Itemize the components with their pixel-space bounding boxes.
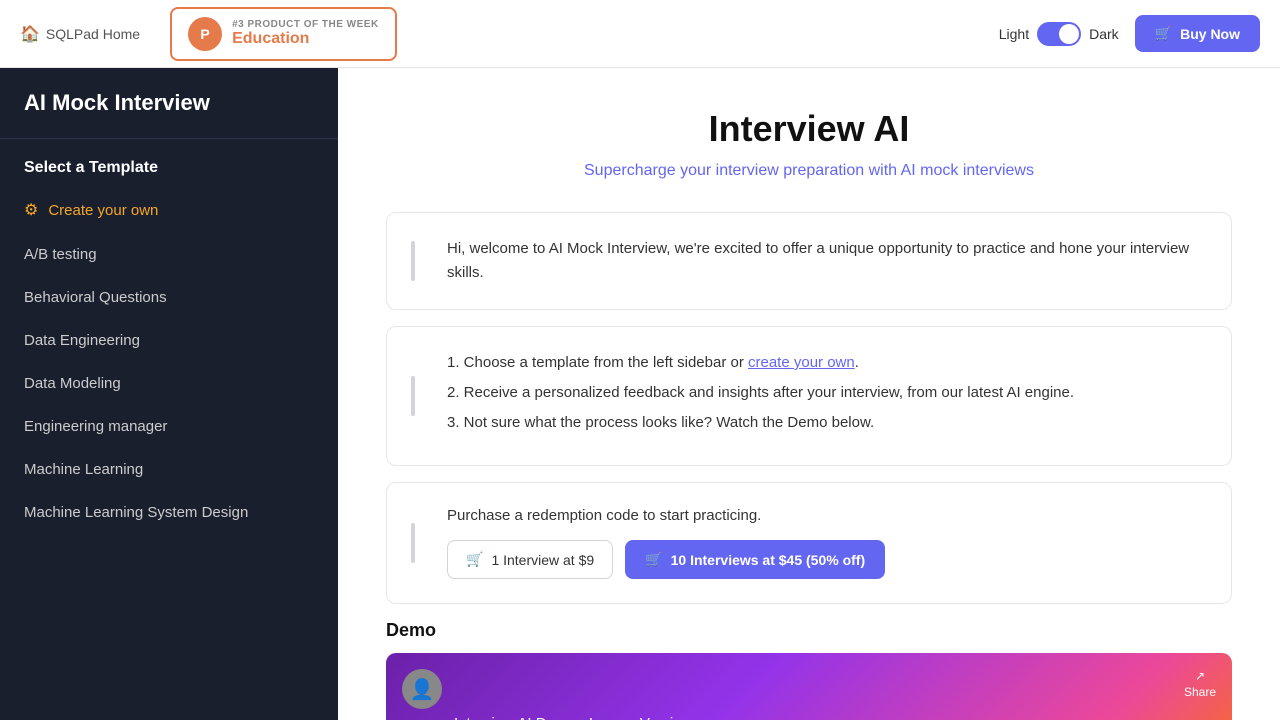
product-title: Education: [232, 30, 379, 48]
card-bar: [411, 241, 415, 281]
sidebar-title-area: AI Mock Interview: [0, 68, 338, 139]
sidebar-item-label: A/B testing: [24, 246, 97, 263]
sidebar-item-label: Data Modeling: [24, 375, 121, 392]
toggle-thumb: [1059, 24, 1079, 44]
step-1: 1. Choose a template from the left sideb…: [447, 351, 1207, 375]
sidebar-item-machine-learning[interactable]: Machine Learning: [0, 448, 338, 491]
purchase-buttons: 🛒 1 Interview at $9 🛒 10 Interviews at $…: [447, 540, 1207, 579]
app-container: 🏠 SQLPad Home P #3 PRODUCT OF THE WEEK E…: [0, 0, 1280, 720]
product-badge: P #3 PRODUCT OF THE WEEK Education: [170, 7, 397, 61]
top-nav: 🏠 SQLPad Home P #3 PRODUCT OF THE WEEK E…: [0, 0, 1280, 68]
app-title: AI Mock Interview: [24, 90, 314, 116]
theme-dark-label: Dark: [1089, 26, 1119, 42]
sidebar-item-label: Data Engineering: [24, 332, 140, 349]
share-icon: ↗: [1195, 669, 1205, 683]
page-subtitle: Supercharge your interview preparation w…: [386, 162, 1232, 180]
nav-right: Light Dark 🛒 Buy Now: [999, 15, 1260, 52]
page-title: Interview AI: [386, 108, 1232, 150]
product-badge-text: #3 PRODUCT OF THE WEEK Education: [232, 19, 379, 48]
sidebar-item-ab-testing[interactable]: A/B testing: [0, 233, 338, 276]
home-icon: 🏠: [20, 24, 40, 44]
ten-interviews-button[interactable]: 🛒 10 Interviews at $45 (50% off): [625, 540, 885, 579]
sidebar: AI Mock Interview Select a Template ⚙ Cr…: [0, 68, 338, 720]
cart-icon-primary: 🛒: [645, 551, 662, 568]
sidebar-item-label: Behavioral Questions: [24, 289, 167, 306]
share-label: Share: [1184, 685, 1216, 699]
purchase-card: Purchase a redemption code to start prac…: [386, 482, 1232, 604]
step-3: 3. Not sure what the process looks like?…: [447, 411, 1207, 435]
sidebar-item-label: Engineering manager: [24, 418, 167, 435]
sidebar-item-engineering-manager[interactable]: Engineering manager: [0, 405, 338, 448]
demo-section: Demo 👤 Interview AI Demo - Longer Versio…: [386, 620, 1232, 720]
video-avatar: 👤: [402, 669, 442, 709]
demo-label: Demo: [386, 620, 1232, 641]
product-rank: #3 PRODUCT OF THE WEEK: [232, 19, 379, 30]
one-interview-button[interactable]: 🛒 1 Interview at $9: [447, 540, 613, 579]
buy-label: Buy Now: [1180, 26, 1240, 42]
sidebar-item-label: Create your own: [48, 202, 158, 219]
main-area: AI Mock Interview Select a Template ⚙ Cr…: [0, 68, 1280, 720]
one-interview-label: 1 Interview at $9: [491, 552, 594, 568]
card-bar-steps: [411, 376, 415, 416]
cart-icon-small: 🛒: [466, 551, 483, 568]
home-label: SQLPad Home: [46, 26, 140, 42]
gear-icon: ⚙: [24, 200, 38, 220]
steps-card: 1. Choose a template from the left sideb…: [386, 326, 1232, 466]
welcome-card: Hi, welcome to AI Mock Interview, we're …: [386, 212, 1232, 310]
ten-interviews-label: 10 Interviews at $45 (50% off): [671, 552, 866, 568]
purchase-text: Purchase a redemption code to start prac…: [447, 507, 1207, 524]
sidebar-item-data-engineering[interactable]: Data Engineering: [0, 319, 338, 362]
step-2: 2. Receive a personalized feedback and i…: [447, 381, 1207, 405]
create-your-own-link[interactable]: create your own: [748, 354, 855, 371]
theme-light-label: Light: [999, 26, 1029, 42]
sidebar-item-ml-system-design[interactable]: Machine Learning System Design: [0, 491, 338, 534]
sidebar-item-label: Machine Learning System Design: [24, 504, 248, 521]
content-area: Interview AI Supercharge your interview …: [338, 68, 1280, 720]
sidebar-item-behavioral-questions[interactable]: Behavioral Questions: [0, 276, 338, 319]
sidebar-item-data-modeling[interactable]: Data Modeling: [0, 362, 338, 405]
steps-list: 1. Choose a template from the left sideb…: [447, 351, 1207, 435]
card-bar-purchase: [411, 523, 415, 563]
video-thumbnail[interactable]: 👤 Interview AI Demo - Longer Version ↗ S…: [386, 653, 1232, 720]
welcome-text: Hi, welcome to AI Mock Interview, we're …: [447, 237, 1207, 285]
video-title: Interview AI Demo - Longer Version: [454, 715, 690, 720]
theme-toggle[interactable]: [1037, 22, 1081, 46]
template-section-label: Select a Template: [0, 139, 338, 187]
theme-toggle-wrap: Light Dark: [999, 22, 1119, 46]
sidebar-item-label: Machine Learning: [24, 461, 143, 478]
home-link[interactable]: 🏠 SQLPad Home: [20, 24, 140, 44]
product-icon: P: [188, 17, 222, 51]
cart-icon: 🛒: [1155, 25, 1172, 42]
buy-now-button[interactable]: 🛒 Buy Now: [1135, 15, 1260, 52]
share-button[interactable]: ↗ Share: [1184, 669, 1216, 699]
sidebar-item-create-your-own[interactable]: ⚙ Create your own: [0, 187, 338, 233]
